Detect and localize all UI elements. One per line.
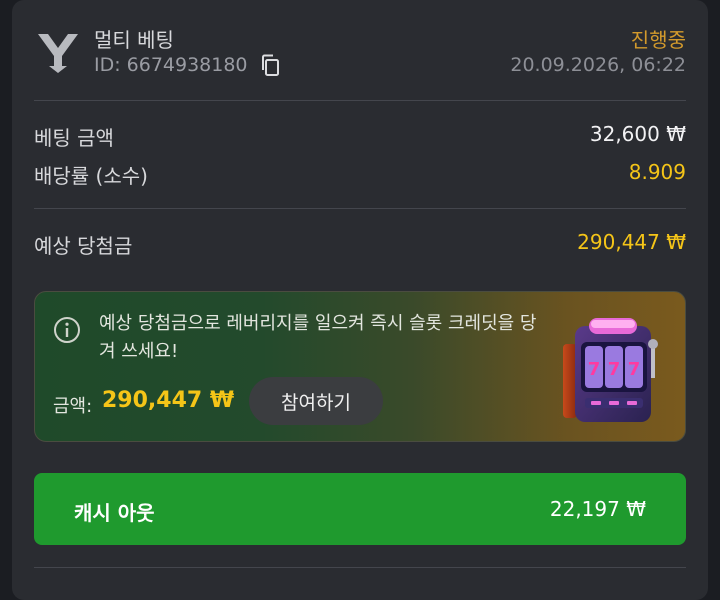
bet-id: ID: 6674938180	[94, 54, 280, 76]
odds-label: 배당률 (소수)	[34, 164, 148, 188]
odds-value: 8.909	[628, 160, 686, 184]
potential-win-label: 예상 당첨금	[34, 234, 133, 258]
stake-row: 베팅 금액 32,600 ₩	[34, 122, 686, 152]
bet-id-value: 6674938180	[126, 54, 248, 76]
bet-header: 멀티 베팅 ID: 6674938180 진행중 20.09.2026, 06:…	[34, 22, 686, 78]
cashout-amount: 22,197 ₩	[549, 497, 646, 521]
divider	[34, 208, 686, 209]
cashout-button[interactable]: 캐시 아웃 22,197 ₩	[34, 473, 686, 545]
stake-value: 32,600 ₩	[589, 122, 686, 146]
promo-amount-label: 금액:	[53, 396, 93, 417]
promo-message: 예상 당첨금으로 레버리지를 일으켜 즉시 슬롯 크레딧을 당겨 쓰세요!	[99, 313, 537, 362]
odds-row: 배당률 (소수) 8.909	[34, 160, 686, 190]
svg-text:7: 7	[608, 359, 621, 380]
promo-amount-value: 290,447 ₩	[102, 388, 235, 413]
cashout-label: 캐시 아웃	[74, 501, 155, 525]
potential-win-row: 예상 당첨금 290,447 ₩	[34, 230, 686, 260]
slot-credit-promo: 예상 당첨금으로 레버리지를 일으켜 즉시 슬롯 크레딧을 당겨 쓰세요! 금액…	[34, 291, 686, 442]
bet-logo-icon	[38, 34, 78, 73]
bet-type: 멀티 베팅	[94, 28, 174, 52]
potential-win-value: 290,447 ₩	[577, 230, 686, 254]
status-badge: 진행중	[630, 28, 686, 52]
info-icon	[54, 317, 80, 343]
bet-datetime: 20.09.2026, 06:22	[510, 54, 686, 76]
stake-label: 베팅 금액	[34, 126, 114, 150]
svg-text:7: 7	[588, 359, 601, 380]
svg-text:7: 7	[628, 359, 641, 380]
slot-machine-icon: 7 7 7	[563, 318, 658, 422]
divider	[34, 567, 686, 568]
copy-icon[interactable]	[260, 54, 280, 76]
bet-id-label: ID:	[94, 54, 121, 76]
join-button[interactable]: 참여하기	[249, 377, 383, 425]
divider	[34, 100, 686, 101]
